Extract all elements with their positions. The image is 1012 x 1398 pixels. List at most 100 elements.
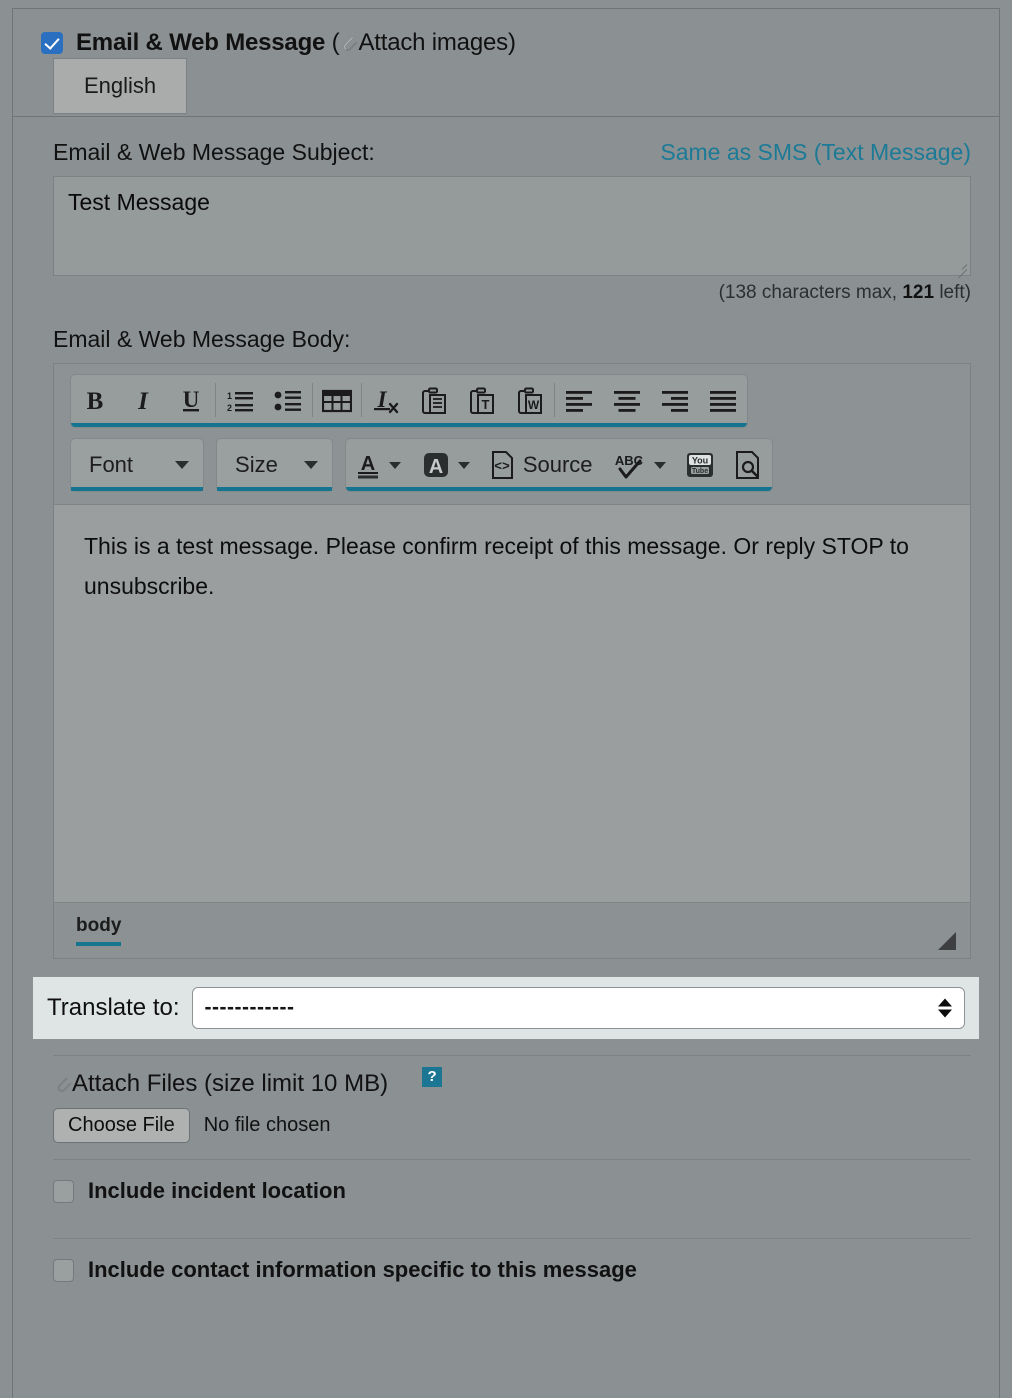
email-web-message-panel: Email & Web Message ( Attach images) Engl… [12, 8, 1000, 1398]
paste-as-plain-text-button[interactable]: T [458, 375, 506, 427]
paperclip-icon [54, 1074, 72, 1095]
svg-text:U: U [183, 387, 200, 412]
include-incident-location-checkbox[interactable] [53, 1179, 74, 1203]
rich-text-editor: B I U 1 2 I T W Font Size A A <> Source … [53, 363, 971, 959]
font-size-select[interactable]: Size [216, 438, 333, 492]
align-left-button[interactable] [555, 375, 603, 427]
preview-button[interactable] [724, 439, 772, 491]
element-path-body[interactable]: body [76, 915, 122, 946]
underline-button[interactable]: U [167, 375, 215, 427]
help-icon[interactable]: ? [422, 1067, 443, 1087]
paren-open: ( [331, 29, 340, 56]
include-incident-location-label: Include incident location [88, 1178, 346, 1203]
paste-from-word-button[interactable]: W [506, 375, 554, 427]
chevron-down-icon [457, 461, 470, 469]
counter-remaining: 121 [902, 282, 935, 303]
page-root: Email & Web Message ( Attach images) Engl… [0, 0, 1012, 1398]
toolbar-subgroup-table [313, 375, 361, 427]
toolbar-subgroup-lists: 1 2 [216, 375, 312, 427]
tab-english[interactable]: English [53, 58, 188, 114]
editor-toolbar: B I U 1 2 I T W Font Size A A <> Source … [54, 364, 970, 504]
attach-images-link[interactable]: Attach images [358, 29, 508, 56]
toolbar-subgroup-styles: B I U [71, 375, 215, 427]
editor-resize-handle[interactable] [938, 932, 956, 950]
svg-text:1: 1 [227, 391, 232, 401]
tab-strip-divider [13, 116, 999, 117]
svg-text:A: A [429, 456, 443, 478]
background-color-button[interactable]: A [411, 439, 480, 491]
include-contact-information-label: Include contact information specific to … [88, 1257, 637, 1282]
source-button[interactable]: <> Source [480, 439, 603, 491]
bulleted-list-button[interactable] [264, 375, 312, 427]
remove-format-button[interactable]: I [362, 375, 410, 427]
chevron-down-icon [303, 461, 318, 469]
table-button[interactable] [313, 375, 361, 427]
justify-button[interactable] [699, 375, 747, 427]
translate-to-select[interactable]: ------------ [191, 987, 965, 1029]
chevron-down-icon [388, 461, 401, 469]
toolbar-group-extras: A A <> Source ABC You Tube [344, 438, 773, 492]
align-center-button[interactable] [603, 375, 651, 427]
bold-button[interactable]: B [71, 375, 119, 427]
text-color-button[interactable]: A [346, 439, 411, 491]
include-contact-information-checkbox[interactable] [53, 1258, 74, 1282]
attach-files-section: Attach Files (size limit 10 MB) ? Choose… [13, 1056, 999, 1143]
font-family-select[interactable]: Font [70, 438, 205, 492]
svg-text:W: W [528, 398, 540, 412]
font-select-label: Font [89, 452, 134, 477]
subject-character-counter: (138 characters max, 121 left) [53, 282, 971, 304]
svg-text:I: I [137, 388, 149, 414]
youtube-icon[interactable]: You Tube [676, 439, 724, 491]
file-status-text: No file chosen [203, 1114, 331, 1136]
body-label: Email & Web Message Body: [53, 326, 351, 352]
align-right-button[interactable] [651, 375, 699, 427]
svg-text:You: You [691, 456, 707, 466]
choose-file-button[interactable]: Choose File [53, 1108, 190, 1143]
enable-email-web-message-checkbox[interactable] [41, 32, 63, 54]
chevron-down-icon [653, 461, 666, 469]
paren-close: ) [507, 29, 516, 56]
size-select-label: Size [235, 452, 278, 477]
toolbar-row-2: Font Size A A <> Source ABC You Tube [70, 438, 958, 492]
toolbar-subgroup-paste: I T W [362, 375, 554, 427]
paste-button[interactable] [410, 375, 458, 427]
section-title-text: Email & Web Message [76, 29, 326, 56]
select-spinner-icon [938, 998, 952, 1018]
translate-selected-value: ------------ [204, 996, 295, 1019]
svg-text:T: T [482, 397, 490, 412]
toolbar-group-basic: B I U 1 2 I T W [70, 374, 748, 428]
svg-text:<>: <> [494, 459, 510, 474]
svg-text:A: A [361, 453, 375, 475]
chevron-down-icon [175, 461, 190, 469]
subject-resize-handle[interactable] [953, 259, 967, 273]
svg-text:Tube: Tube [691, 468, 707, 475]
numbered-list-button[interactable]: 1 2 [216, 375, 264, 427]
svg-text:B: B [87, 388, 104, 414]
toolbar-row-1: B I U 1 2 I T W [70, 374, 958, 428]
counter-suffix: left) [934, 282, 971, 303]
editor-status-bar: body [54, 902, 970, 958]
section-title: Email & Web Message ( Attach images) [76, 29, 516, 57]
include-incident-location-row: Include incident location [13, 1160, 999, 1222]
attach-images-group: ( Attach images) [332, 29, 516, 56]
subject-textarea[interactable]: Test Message [53, 176, 971, 276]
language-tabs: English [13, 55, 999, 117]
spellcheck-button[interactable]: ABC [603, 439, 676, 491]
source-label: Source [522, 452, 593, 477]
attach-files-label: Attach Files (size limit 10 MB) [72, 1070, 389, 1097]
translate-label: Translate to: [47, 994, 180, 1021]
subject-label: Email & Web Message Subject: [53, 139, 375, 165]
svg-text:2: 2 [227, 403, 232, 413]
message-body-editable[interactable]: This is a test message. Please confirm r… [54, 504, 970, 902]
subject-label-row: Email & Web Message Subject: Same as SMS… [53, 139, 971, 166]
attach-files-header: Attach Files (size limit 10 MB) ? [53, 1067, 971, 1098]
italic-button[interactable]: I [119, 375, 167, 427]
section-header: Email & Web Message ( Attach images) [13, 9, 999, 57]
translate-row: Translate to: ------------ [33, 977, 979, 1039]
counter-prefix: (138 characters max, [718, 282, 903, 303]
toolbar-subgroup-align [555, 375, 747, 427]
subject-value: Test Message [68, 189, 210, 215]
same-as-sms-link[interactable]: Same as SMS (Text Message) [660, 139, 971, 166]
file-input-row: Choose File No file chosen [53, 1108, 971, 1143]
paperclip-icon [340, 33, 358, 54]
